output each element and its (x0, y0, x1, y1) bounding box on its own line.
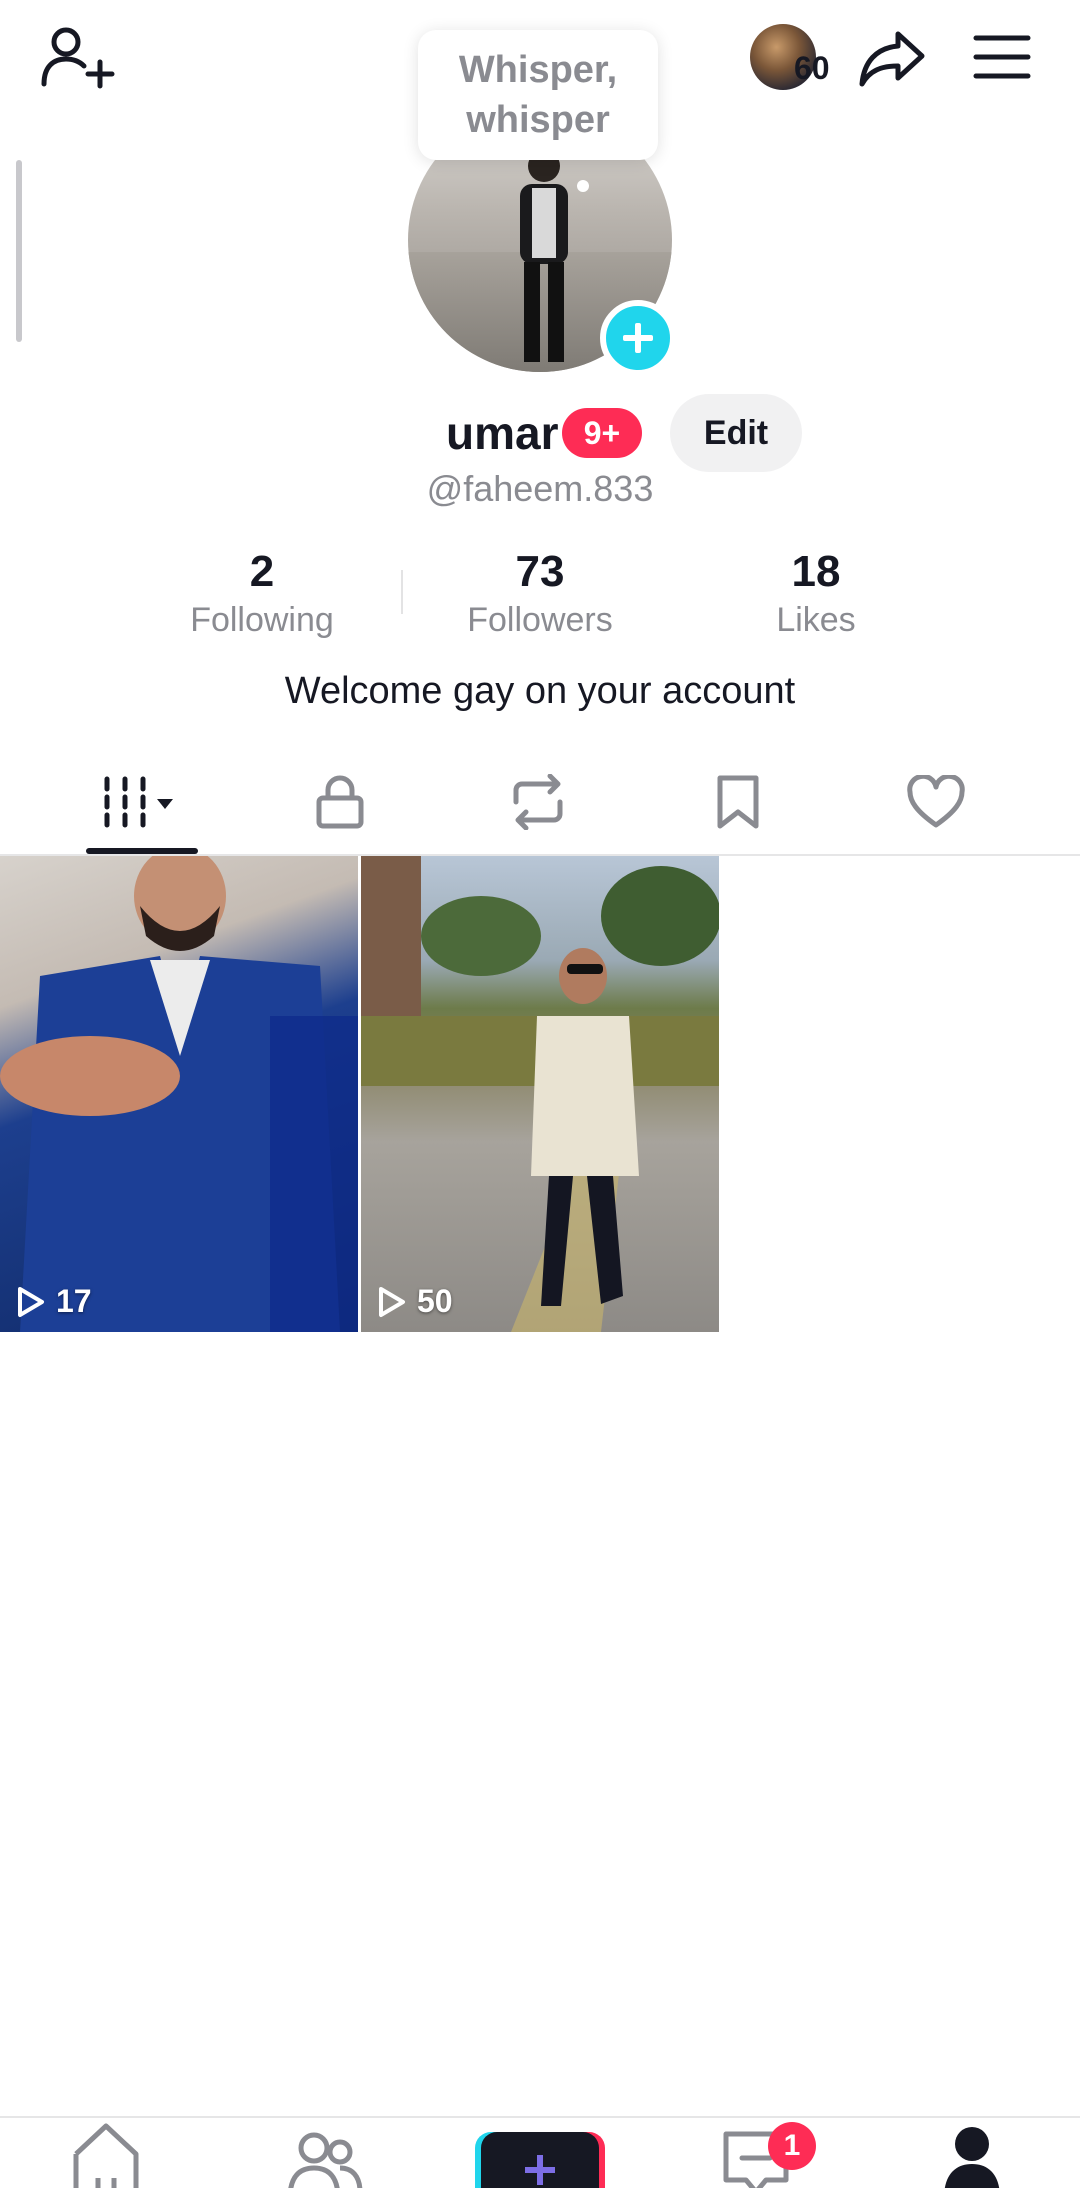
tab-private[interactable] (240, 748, 440, 856)
home-icon (73, 2123, 139, 2188)
nav-friends[interactable] (264, 2118, 384, 2188)
lock-icon (316, 775, 364, 829)
followers-label: Followers (467, 601, 613, 639)
play-icon (18, 1286, 44, 1317)
profile-icon (944, 2127, 1000, 2188)
followers-count: 73 (515, 547, 565, 596)
add-avatar-button[interactable] (600, 300, 676, 376)
create-post-icon (481, 2132, 599, 2188)
stat-divider (401, 570, 403, 614)
coin-count[interactable]: 60 (794, 50, 830, 87)
video-view-count: 50 (377, 1283, 453, 1320)
following-label: Following (190, 601, 334, 639)
friends-icon (288, 2132, 363, 2188)
active-tab-indicator (86, 848, 198, 854)
repost-icon (513, 774, 563, 830)
nav-home[interactable] (46, 2118, 166, 2188)
username: umar (446, 407, 559, 459)
tooltip-pointer (577, 180, 589, 192)
grid-videos-icon (104, 776, 173, 828)
heart-icon (907, 775, 965, 828)
profile-bio: Welcome gay on your account (284, 670, 796, 712)
stat-likes[interactable]: 18 Likes (706, 546, 926, 642)
tab-reposts[interactable] (438, 748, 638, 856)
view-count: 50 (417, 1283, 453, 1319)
scroll-indicator (16, 160, 22, 342)
stat-following[interactable]: 2 Following (152, 546, 372, 642)
stat-followers[interactable]: 73 Followers (430, 546, 650, 642)
video-view-count: 17 (16, 1283, 92, 1320)
following-count: 2 (249, 547, 275, 596)
profile-tabs (0, 748, 1080, 856)
likes-count: 18 (791, 547, 841, 596)
inbox-badge: 1 (768, 2122, 816, 2170)
video-thumbnail[interactable]: 17 (0, 856, 358, 1332)
bookmark-icon (717, 775, 759, 829)
view-count: 17 (56, 1283, 92, 1319)
play-icon (379, 1286, 405, 1317)
tab-favorites[interactable] (638, 748, 838, 856)
nav-profile[interactable] (912, 2118, 1032, 2188)
likes-label: Likes (776, 601, 856, 639)
share-icon[interactable] (858, 26, 926, 90)
user-handle: @faheem.833 (426, 468, 654, 509)
notification-badge[interactable]: 9+ (562, 408, 642, 458)
tab-videos[interactable] (42, 748, 242, 856)
bottom-navigation (0, 2116, 1080, 2188)
video-thumbnail[interactable]: 50 (361, 856, 719, 1332)
edit-profile-button[interactable]: Edit (670, 394, 802, 472)
tab-liked[interactable] (836, 748, 1036, 856)
add-friend-icon[interactable] (40, 24, 116, 94)
nav-create[interactable] (480, 2132, 600, 2188)
menu-icon[interactable] (972, 30, 1032, 84)
whisper-tooltip[interactable]: Whisper, whisper (418, 30, 658, 160)
